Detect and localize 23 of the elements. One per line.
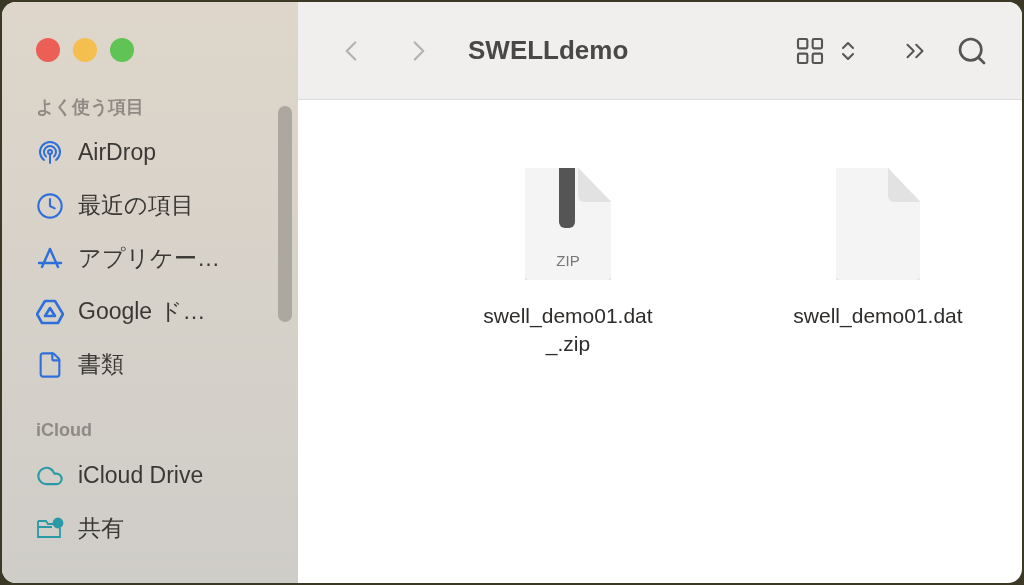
- sidebar-heading: よく使う項目: [36, 96, 145, 119]
- zoom-button[interactable]: [110, 38, 134, 62]
- sidebar-item[interactable]: アプリケー…: [36, 232, 298, 285]
- clock-icon: [36, 191, 64, 220]
- sidebar-item[interactable]: 書類: [36, 338, 298, 391]
- scrollbar-thumb[interactable]: [278, 106, 292, 322]
- file-item[interactable]: swell_demo01.dat: [778, 168, 978, 330]
- drive-icon: [36, 297, 64, 326]
- sidebar-heading: iCloud: [36, 419, 93, 442]
- minimize-button[interactable]: [73, 38, 97, 62]
- airdrop-icon: [36, 138, 64, 167]
- zipper-icon: [559, 168, 575, 228]
- sidebar-item[interactable]: iCloud Drive: [36, 449, 298, 502]
- file-item[interactable]: ZIP swell_demo01.dat _.zip: [468, 168, 668, 358]
- sidebar-item[interactable]: Google ド…: [36, 285, 298, 338]
- file-name: swell_demo01.dat _.zip: [483, 303, 653, 358]
- close-button[interactable]: [36, 38, 60, 62]
- file-type-label: ZIP: [556, 250, 580, 271]
- sidebar-item[interactable]: AirDrop: [36, 126, 298, 179]
- file-name: swell_demo01.dat: [793, 303, 963, 330]
- sidebar-item[interactable]: 最近の項目: [36, 179, 298, 232]
- window-title: SWELLdemo: [468, 34, 629, 67]
- sidebar-item[interactable]: 共有: [36, 502, 298, 555]
